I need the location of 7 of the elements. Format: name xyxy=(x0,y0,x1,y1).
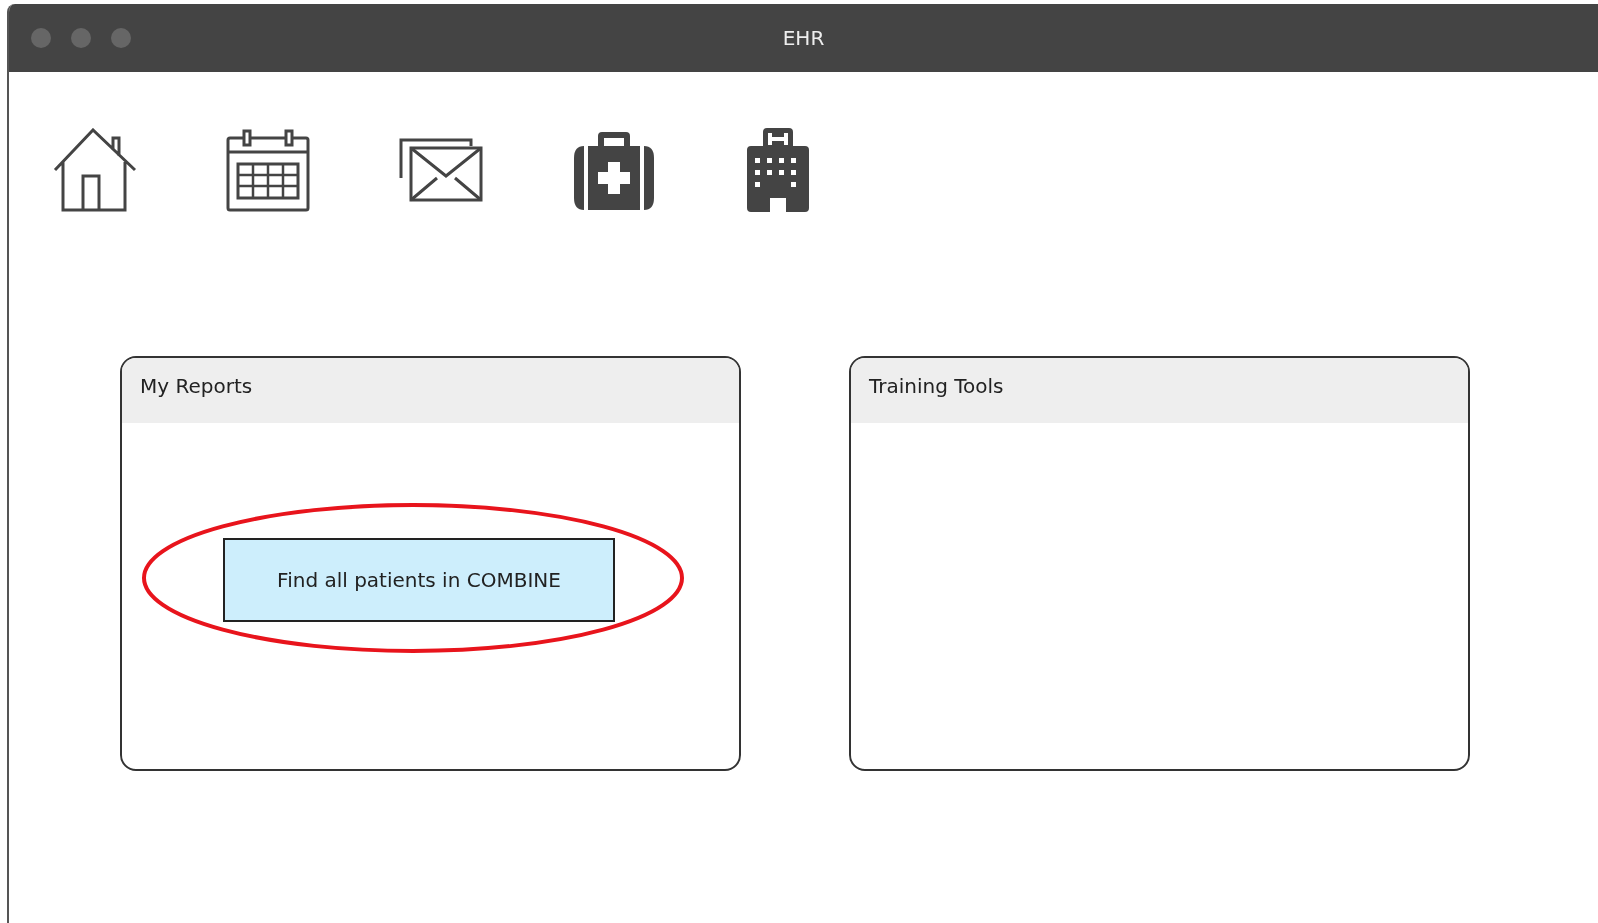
panel-title: My Reports xyxy=(140,374,253,398)
home-icon[interactable] xyxy=(53,128,137,212)
calendar-icon[interactable] xyxy=(226,128,310,212)
window-title: EHR xyxy=(782,26,825,50)
find-patients-button[interactable]: Find all patients in COMBINE xyxy=(223,538,615,622)
hospital-icon[interactable] xyxy=(745,128,811,212)
panel-title: Training Tools xyxy=(869,374,1004,398)
